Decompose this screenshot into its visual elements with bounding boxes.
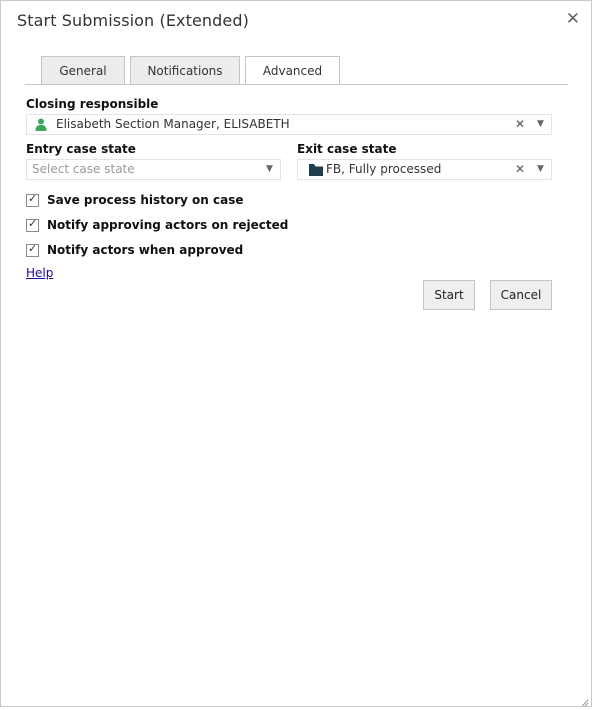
start-submission-dialog: Start Submission (Extended) ✕ General No… — [0, 0, 592, 707]
entry-case-state-placeholder: Select case state — [32, 162, 135, 176]
resize-grip-icon[interactable] — [581, 696, 589, 707]
save-process-history-option[interactable]: ✓ Save process history on case — [26, 192, 244, 208]
notify-approving-actors-label: Notify approving actors on rejected — [47, 218, 289, 232]
closing-responsible-value: Elisabeth Section Manager, ELISABETH — [56, 117, 290, 131]
check-icon: ✓ — [28, 216, 38, 230]
clear-icon[interactable]: ✕ — [515, 160, 525, 179]
closing-responsible-select[interactable]: Elisabeth Section Manager, ELISABETH ✕ ▼ — [26, 114, 552, 135]
tab-advanced[interactable]: Advanced — [245, 56, 340, 85]
chevron-down-icon[interactable]: ▼ — [537, 160, 544, 179]
folder-icon — [309, 163, 323, 182]
check-icon: ✓ — [28, 191, 38, 205]
close-icon[interactable]: ✕ — [566, 9, 580, 29]
closing-responsible-label: Closing responsible — [26, 97, 159, 111]
tab-notifications[interactable]: Notifications — [130, 56, 240, 84]
dialog-title: Start Submission (Extended) — [17, 11, 249, 30]
tabs-divider — [25, 84, 568, 85]
exit-case-state-select[interactable]: FB, Fully processed ✕ ▼ — [297, 159, 552, 180]
start-button[interactable]: Start — [423, 280, 475, 310]
notify-actors-approved-option[interactable]: ✓ Notify actors when approved — [26, 242, 243, 258]
chevron-down-icon[interactable]: ▼ — [537, 115, 544, 134]
chevron-down-icon[interactable]: ▼ — [266, 160, 273, 179]
help-link[interactable]: Help — [26, 266, 53, 280]
cancel-button[interactable]: Cancel — [490, 280, 552, 310]
person-icon — [35, 118, 47, 137]
notify-approving-actors-checkbox[interactable]: ✓ — [26, 216, 39, 232]
save-process-history-label: Save process history on case — [47, 193, 244, 207]
exit-case-state-value: FB, Fully processed — [326, 162, 442, 176]
notify-actors-approved-label: Notify actors when approved — [47, 243, 244, 257]
entry-case-state-label: Entry case state — [26, 142, 136, 156]
tab-general[interactable]: General — [41, 56, 125, 84]
entry-case-state-select[interactable]: Select case state ▼ — [26, 159, 281, 180]
check-icon: ✓ — [28, 241, 38, 255]
notify-approving-actors-option[interactable]: ✓ Notify approving actors on rejected — [26, 217, 288, 233]
exit-case-state-label: Exit case state — [297, 142, 397, 156]
save-process-history-checkbox[interactable]: ✓ — [26, 191, 39, 207]
clear-icon[interactable]: ✕ — [515, 115, 525, 134]
notify-actors-approved-checkbox[interactable]: ✓ — [26, 241, 39, 257]
